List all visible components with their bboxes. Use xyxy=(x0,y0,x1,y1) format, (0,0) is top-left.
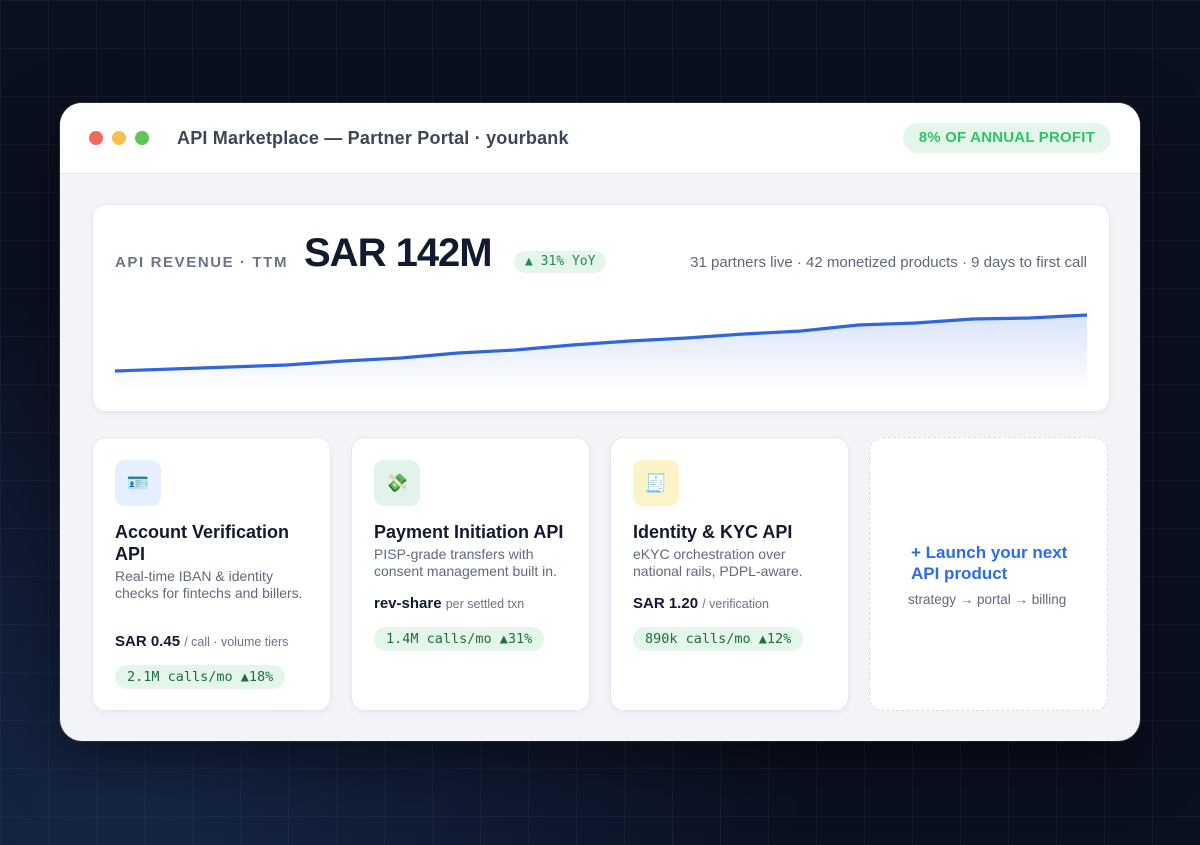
revenue-trend-chart xyxy=(115,313,1087,391)
revenue-value: SAR 142M xyxy=(304,231,493,275)
api-price: rev-share per settled txn xyxy=(374,595,525,612)
api-description: PISP-grade transfers with consent manage… xyxy=(374,546,557,579)
revenue-card: API REVENUE · TTM SAR 142M ▲ 31% YoY 31 … xyxy=(92,204,1110,412)
api-card-account-verification[interactable]: 🪪 Account Verification API Real-time IBA… xyxy=(92,437,331,711)
app-window: API Marketplace — Partner Portal · yourb… xyxy=(60,103,1140,741)
minimize-window-button[interactable] xyxy=(112,131,126,145)
launch-api-link[interactable]: + Launch your next API product xyxy=(911,542,1081,584)
launch-steps: strategy → portal → billing xyxy=(908,592,1067,607)
revenue-area xyxy=(115,315,1087,391)
close-window-button[interactable] xyxy=(89,131,103,145)
calls-badge: 2.1M calls/mo ▲18% xyxy=(115,665,286,689)
id-card-icon: 🪪 xyxy=(115,460,161,506)
api-name: Payment Initiation API xyxy=(374,522,564,542)
window-title: API Marketplace — Partner Portal · yourb… xyxy=(177,127,569,148)
yoy-badge: ▲ 31% YoY xyxy=(514,251,607,273)
api-description: eKYC orchestration over national rails, … xyxy=(633,546,803,579)
title-bar: API Marketplace — Partner Portal · yourb… xyxy=(60,103,1140,174)
api-card-identity-kyc[interactable]: 🧾 Identity & KYC API eKYC orchestration … xyxy=(610,437,849,711)
api-price: SAR 1.20 / verification xyxy=(633,595,769,612)
api-price: SAR 0.45 / call · volume tiers xyxy=(115,633,289,650)
window-controls xyxy=(89,131,149,145)
api-name: Account Verification API xyxy=(115,522,290,564)
profit-badge: 8% OF ANNUAL PROFIT xyxy=(902,123,1111,153)
launch-api-card[interactable]: + Launch your next API product strategy … xyxy=(869,437,1108,711)
maximize-window-button[interactable] xyxy=(135,131,149,145)
api-description: Real-time IBAN & identity checks for fin… xyxy=(115,568,303,601)
api-card-payment-initiation[interactable]: 💸 Payment Initiation API PISP-grade tran… xyxy=(351,437,590,711)
api-name: Identity & KYC API xyxy=(633,522,793,542)
calls-badge: 890k calls/mo ▲12% xyxy=(633,627,804,651)
calls-badge: 1.4M calls/mo ▲31% xyxy=(374,627,545,651)
money-icon: 💸 xyxy=(374,460,420,506)
receipt-icon: 🧾 xyxy=(633,460,679,506)
revenue-stats: 31 partners live · 42 monetized products… xyxy=(690,254,1087,271)
revenue-label: API REVENUE · TTM xyxy=(115,254,289,271)
